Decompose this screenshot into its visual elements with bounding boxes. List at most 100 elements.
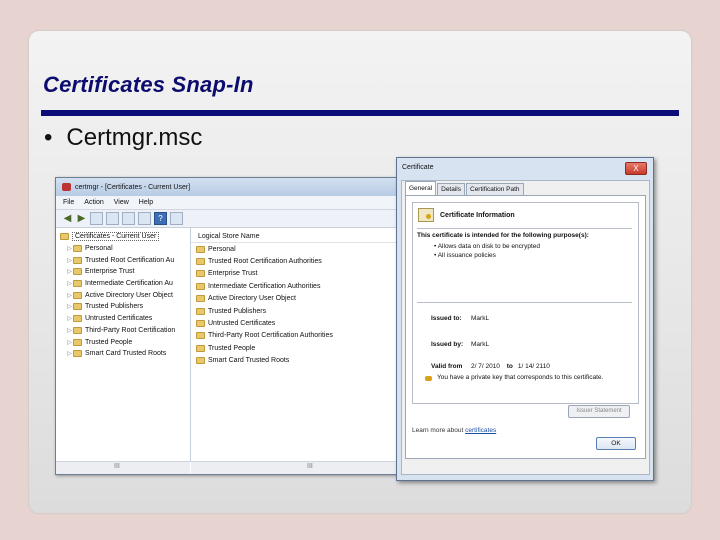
export-list-icon[interactable] [138,212,151,225]
certificate-dialog: Certificate X General Details Certificat… [396,157,654,481]
title-underline [41,110,679,116]
tree-item[interactable]: ▷ Untrusted Certificates [56,313,190,325]
menu-action[interactable]: Action [84,199,103,206]
menu-bar: File Action View Help [56,196,396,210]
expand-arrow-icon[interactable]: ▷ [66,315,73,322]
issued-by-value: MarkL [471,341,490,348]
expand-arrow-icon[interactable]: ▷ [66,350,73,357]
tab-certification-path[interactable]: Certification Path [466,183,524,195]
bullet-dot: • [44,124,53,151]
toolbar: ◀ ▶ ? [56,210,396,228]
expand-arrow-icon[interactable]: ▷ [66,303,73,310]
learn-more: Learn more about certificates [412,427,496,434]
forward-arrow-icon[interactable]: ▶ [76,213,87,224]
folder-icon [73,315,82,323]
expand-arrow-icon[interactable]: ▷ [66,268,73,275]
list-item[interactable]: Third-Party Root Certification Authoriti… [191,330,396,342]
certificates-store-icon [60,233,69,241]
tree-item[interactable]: ▷ Trusted Publishers [56,301,190,313]
tab-general[interactable]: General [405,181,437,195]
purpose-item: • Allows data on disk to be encrypted [434,243,540,250]
divider [417,302,632,303]
bullet-item: • Certmgr.msc [44,124,202,152]
folder-icon [196,344,205,352]
list-item-label: Untrusted Certificates [208,320,276,328]
valid-from-value: 2/ 7/ 2010 [471,363,500,370]
issuer-statement-button[interactable]: Issuer Statement [568,405,630,418]
tree-item[interactable]: ▷ Smart Card Trusted Roots [56,348,190,360]
expand-arrow-icon[interactable]: ▷ [66,339,73,346]
tree-item[interactable]: ▷ Trusted People [56,336,190,348]
list-item[interactable]: Personal [191,243,396,255]
certificate-info-box: Certificate Information This certificate… [412,202,639,404]
tree-item-label: Trusted Publishers [85,303,144,311]
list-item-label: Smart Card Trusted Roots [208,357,290,365]
dialog-client-area: General Details Certification Path Certi… [401,180,650,475]
folder-icon [73,303,82,311]
list-item[interactable]: Trusted People [191,342,396,354]
tree-root[interactable]: Certificates - Current User [56,231,190,243]
close-icon[interactable]: X [625,162,647,175]
menu-help[interactable]: Help [139,199,153,206]
folder-icon [196,258,205,266]
back-arrow-icon[interactable]: ◀ [62,213,73,224]
expand-arrow-icon[interactable]: ▷ [66,327,73,334]
list-item-label: Active Directory User Object [208,295,296,303]
folder-icon [196,270,205,278]
ok-button[interactable]: OK [596,437,636,450]
show-tree-icon[interactable] [106,212,119,225]
tree-item[interactable]: ▷ Third-Party Root Certification [56,325,190,337]
list-item[interactable]: Active Directory User Object [191,293,396,305]
panes: Certificates - Current User ▷ Personal ▷ T… [56,228,396,462]
issued-to-value: MarkL [471,315,490,322]
folder-icon [73,256,82,264]
list-item[interactable]: Smart Card Trusted Roots [191,355,396,367]
tree-item[interactable]: ▷ Personal [56,243,190,255]
refresh-icon[interactable] [122,212,135,225]
tree-item-label: Trusted People [85,338,133,346]
properties-icon[interactable] [170,212,183,225]
list-item[interactable]: Enterprise Trust [191,268,396,280]
learn-more-text: Learn more about [412,427,466,434]
column-header[interactable]: Logical Store Name [191,231,396,243]
folder-icon [196,307,205,315]
tree-horizontal-scrollbar[interactable]: III [56,461,190,474]
info-title: Certificate Information [440,212,515,219]
tree-item[interactable]: ▷ Active Directory User Object [56,289,190,301]
expand-arrow-icon[interactable]: ▷ [66,245,73,252]
issued-by-row: Issued by: MarkL [431,341,489,348]
list-item[interactable]: Trusted Root Certification Authorities [191,255,396,267]
tree-item[interactable]: ▷ Intermediate Certification Au [56,278,190,290]
dialog-tabs: General Details Certification Path [405,181,525,195]
validity-row: Valid from 2/ 7/ 2010 to 1/ 14/ 2110 [431,363,550,370]
tab-details[interactable]: Details [437,183,465,195]
list-horizontal-scrollbar[interactable]: III [191,461,396,474]
tree-item-label: Trusted Root Certification Au [85,256,175,264]
certmgr-app-icon [62,183,71,191]
list-item[interactable]: Trusted Publishers [191,305,396,317]
folder-icon [73,291,82,299]
menu-file[interactable]: File [63,199,74,206]
tree-item-label: Smart Card Trusted Roots [85,350,167,358]
list-item-label: Trusted Publishers [208,307,267,315]
key-icon [425,376,432,381]
expand-arrow-icon[interactable]: ▷ [66,257,73,264]
list-item-label: Intermediate Certification Authorities [208,282,321,290]
folder-icon [196,357,205,365]
menu-view[interactable]: View [114,199,129,206]
issued-to-row: Issued to: MarkL [431,315,489,322]
list-item-label: Personal [208,245,236,253]
dialog-titlebar: Certificate X [397,158,653,177]
certificates-link[interactable]: certificates [465,427,496,434]
list-item-label: Trusted People [208,344,256,352]
tree-item-label: Active Directory User Object [85,291,173,299]
scroll-grip: III [114,463,120,470]
list-item[interactable]: Untrusted Certificates [191,317,396,329]
tree-item[interactable]: ▷ Trusted Root Certification Au [56,254,190,266]
tree-item[interactable]: ▷ Enterprise Trust [56,266,190,278]
up-folder-icon[interactable] [90,212,103,225]
list-item[interactable]: Intermediate Certification Authorities [191,280,396,292]
expand-arrow-icon[interactable]: ▷ [66,280,73,287]
expand-arrow-icon[interactable]: ▷ [66,292,73,299]
help-icon[interactable]: ? [154,212,167,225]
